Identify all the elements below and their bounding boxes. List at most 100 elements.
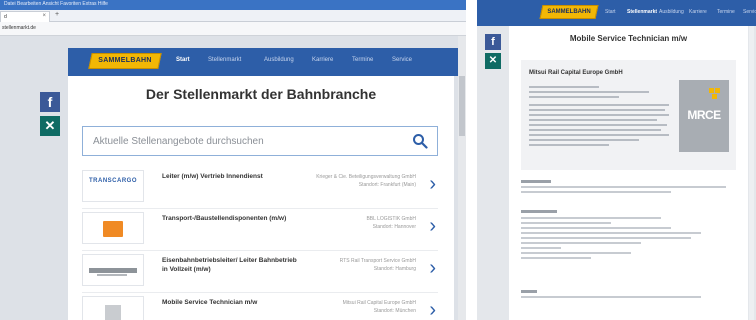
search-input[interactable]: Aktuelle Stellenangebote durchsuchen: [93, 136, 264, 147]
browser-tabstrip: d × +: [0, 10, 466, 22]
facebook-icon[interactable]: f: [40, 92, 60, 112]
nav-item-service[interactable]: Service: [743, 9, 756, 15]
site-navigation: SAMMELBAHN Start Stellenmarkt Ausbildung…: [477, 0, 756, 26]
search-icon[interactable]: [412, 133, 428, 149]
nav-item-start[interactable]: Start: [605, 9, 616, 15]
site-logo[interactable]: SAMMELBAHN: [88, 53, 162, 69]
composite-screenshot: Datei Bearbeiten Ansicht Favoriten Extra…: [0, 0, 756, 320]
chevron-right-icon[interactable]: ›: [429, 174, 436, 194]
company-logo: [82, 254, 144, 286]
xing-icon[interactable]: ✕: [40, 116, 60, 136]
nav-item-karriere[interactable]: Karriere: [689, 9, 707, 15]
text-line: [529, 144, 609, 146]
nav-item-start[interactable]: Start: [176, 57, 190, 63]
scrollbar[interactable]: [749, 26, 754, 320]
logo-mark: [97, 274, 127, 276]
text-line: [521, 242, 641, 244]
text-line: [529, 96, 619, 98]
company-name: BBL LOGISTIK GmbH: [366, 216, 416, 222]
main-content: Der Stellenmarkt der Bahnbranche Aktuell…: [68, 76, 454, 320]
job-company: RTS Rail Transport Service GmbH Standort:…: [296, 257, 416, 273]
job-listing[interactable]: TRANSCARGO Leiter (m/w) Vertrieb Innendi…: [82, 168, 438, 209]
job-location: Standort: München: [373, 308, 416, 314]
text-line: [529, 134, 669, 136]
nav-item-stellenmarkt[interactable]: Stellenmarkt: [208, 57, 241, 63]
job-title[interactable]: Transport-/Baustellendisponenten (m/w): [162, 214, 302, 223]
browser-window: Datei Bearbeiten Ansicht Favoriten Extra…: [0, 0, 466, 320]
xing-icon[interactable]: ✕: [485, 53, 501, 69]
text-line: [529, 86, 599, 88]
address-url: stellenmarkt.de: [2, 25, 36, 31]
logo-text: SAMMELBAHN: [547, 9, 591, 15]
divider: [82, 292, 438, 293]
page-title: Der Stellenmarkt der Bahnbranche: [145, 86, 377, 102]
mrce-logo: MRCE: [679, 80, 729, 152]
logo-text: SAMMELBAHN: [98, 57, 152, 64]
company-card: Mitsui Rail Capital Europe GmbH MRCE: [521, 60, 736, 170]
nav-item-ausbildung[interactable]: Ausbildung: [659, 9, 684, 15]
section-heading: [521, 290, 537, 293]
text-line: [521, 247, 561, 249]
logo-mark: [89, 268, 137, 273]
scrollbar[interactable]: [458, 36, 466, 320]
text-line: [529, 114, 669, 116]
browser-tab[interactable]: d ×: [0, 11, 50, 22]
text-line: [521, 191, 671, 193]
browser-menubar: Datei Bearbeiten Ansicht Favoriten Extra…: [0, 0, 466, 10]
facebook-icon[interactable]: f: [485, 34, 501, 50]
tab-label: d: [4, 14, 7, 20]
job-listing[interactable]: Mobile Service Technician m/w Mitsui Rai…: [82, 294, 438, 320]
social-links: f ✕: [485, 34, 501, 72]
site-navigation: SAMMELBAHN Start Stellenmarkt Ausbildung…: [68, 48, 466, 76]
section-heading: [521, 180, 551, 183]
address-bar[interactable]: stellenmarkt.de: [0, 22, 466, 36]
text-line: [521, 232, 701, 234]
text-line: [529, 119, 657, 121]
company-logo-text: TRANSCARGO: [89, 178, 137, 184]
menubar-items[interactable]: Datei Bearbeiten Ansicht Favoriten Extra…: [4, 1, 108, 7]
nav-item-ausbildung[interactable]: Ausbildung: [264, 57, 294, 63]
company-logo: TRANSCARGO: [82, 170, 144, 202]
text-line: [521, 186, 726, 188]
text-line: [521, 296, 701, 298]
nav-item-stellenmarkt[interactable]: Stellenmarkt: [627, 9, 657, 15]
site-logo[interactable]: SAMMELBAHN: [539, 5, 599, 19]
job-title[interactable]: Mobile Service Technician m/w: [162, 298, 302, 307]
job-company: BBL LOGISTIK GmbH Standort: Hannover: [296, 215, 416, 231]
chevron-right-icon[interactable]: ›: [429, 258, 436, 278]
social-links: f ✕: [40, 92, 60, 140]
close-icon[interactable]: ×: [42, 13, 46, 19]
job-listing[interactable]: Eisenbahnbetriebsleiter/ Leiter Bahnbetr…: [82, 252, 438, 293]
new-tab-icon[interactable]: +: [55, 11, 59, 18]
nav-item-karriere[interactable]: Karriere: [312, 57, 333, 63]
company-name: Mitsui Rail Capital Europe GmbH: [342, 300, 416, 306]
text-line: [529, 124, 667, 126]
job-location: Standort: Hannover: [372, 224, 416, 230]
mrce-logo-text: MRCE: [687, 108, 721, 122]
nav-item-termine[interactable]: Termine: [717, 9, 735, 15]
job-location: Standort: Frankfurt (Main): [358, 182, 416, 188]
nav-item-service[interactable]: Service: [392, 57, 412, 63]
search-box[interactable]: Aktuelle Stellenangebote durchsuchen: [82, 126, 438, 156]
scrollbar-thumb[interactable]: [459, 76, 465, 136]
company-name: Krieger & Cie. Beteiligungsverwaltung Gm…: [316, 174, 416, 180]
text-line: [521, 237, 691, 239]
job-detail-title: Mobile Service Technician m/w: [569, 34, 688, 43]
text-line: [521, 227, 671, 229]
text-line: [529, 109, 665, 111]
chevron-right-icon[interactable]: ›: [429, 216, 436, 236]
job-listing[interactable]: Transport-/Baustellendisponenten (m/w) B…: [82, 210, 438, 251]
text-line: [521, 257, 591, 259]
company-logo: [82, 212, 144, 244]
job-detail-screenshot: SAMMELBAHN Start Stellenmarkt Ausbildung…: [477, 0, 756, 320]
job-title[interactable]: Eisenbahnbetriebsleiter/ Leiter Bahnbetr…: [162, 256, 302, 274]
job-title[interactable]: Leiter (m/w) Vertrieb Innendienst: [162, 172, 302, 181]
job-company: Mitsui Rail Capital Europe GmbH Standort:…: [296, 299, 416, 315]
job-detail-content: Mobile Service Technician m/w Mitsui Rai…: [509, 26, 748, 320]
text-line: [521, 217, 661, 219]
chevron-right-icon[interactable]: ›: [429, 300, 436, 320]
nav-item-termine[interactable]: Termine: [352, 57, 373, 63]
company-name: Mitsui Rail Capital Europe GmbH: [529, 70, 623, 76]
text-line: [529, 129, 661, 131]
logo-dots-icon: [709, 88, 720, 99]
